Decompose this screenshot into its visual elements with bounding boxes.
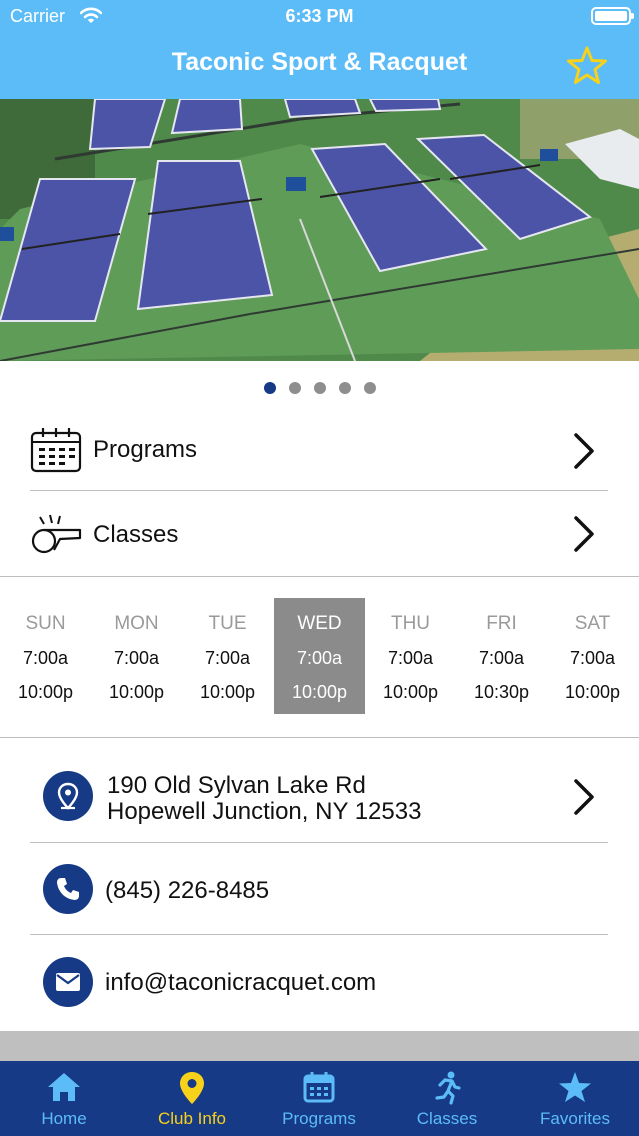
tennis-courts-image: [0, 99, 639, 361]
hours-day-thu: THU 7:00a 10:00p: [365, 598, 456, 714]
tab-club-info-label: Club Info: [157, 1109, 227, 1128]
day-name: TUE: [208, 613, 247, 634]
home-icon: [48, 1073, 80, 1101]
status-bar: Carrier 6:33 PM: [0, 0, 639, 34]
classes-label: Classes: [93, 521, 179, 548]
tab-club-info[interactable]: Club Info: [128, 1061, 256, 1136]
hours-day-fri: FRI 7:00a 10:30p: [456, 598, 547, 714]
phone-number[interactable]: (845) 226-8485: [105, 877, 269, 905]
tab-classes-label: Classes: [416, 1109, 478, 1128]
location-pin-icon: [43, 771, 93, 821]
address-row[interactable]: 190 Old Sylvan Lake Rd Hopewell Junction…: [0, 738, 639, 842]
open-time: 7:00a: [113, 648, 160, 668]
open-time: 7:00a: [22, 648, 69, 668]
hours-day-tue: TUE 7:00a 10:00p: [182, 598, 273, 714]
open-time: 7:00a: [478, 648, 525, 668]
battery-icon: [591, 7, 634, 25]
tab-home[interactable]: Home: [0, 1061, 128, 1136]
close-time: 10:00p: [291, 682, 348, 702]
carousel-dot[interactable]: [313, 382, 326, 394]
star-outline-icon[interactable]: [566, 45, 608, 85]
close-time: 10:00p: [17, 682, 74, 702]
hours-day-sat: SAT 7:00a 10:00p: [547, 598, 638, 714]
chevron-right-icon: [574, 433, 594, 469]
page-title: Taconic Sport & Racquet: [171, 48, 468, 76]
address-line-2: Hopewell Junction, NY 12533: [107, 798, 422, 825]
tab-classes[interactable]: Classes: [383, 1061, 511, 1136]
calendar-icon: [303, 1072, 335, 1103]
close-time: 10:00p: [382, 682, 439, 702]
calendar-icon: [30, 428, 82, 473]
tab-favorites[interactable]: Favorites: [511, 1061, 639, 1136]
carousel-dot[interactable]: [338, 382, 351, 394]
day-name: SAT: [574, 613, 611, 634]
address-line-1: 190 Old Sylvan Lake Rd: [107, 772, 366, 799]
email-row[interactable]: info@taconicracquet.com: [0, 935, 639, 1031]
mail-icon: [43, 957, 93, 1007]
open-time: 7:00a: [296, 648, 343, 668]
hours-day-sun: SUN 7:00a 10:00p: [0, 598, 91, 714]
open-time: 7:00a: [204, 648, 251, 668]
whistle-icon: [31, 514, 82, 554]
star-icon: [559, 1072, 591, 1102]
tab-programs[interactable]: Programs: [255, 1061, 383, 1136]
programs-row[interactable]: Programs: [0, 410, 639, 490]
app-header: Carrier 6:33 PM Taconic Sport & Racquet: [0, 0, 639, 99]
hours-day-mon: MON 7:00a 10:00p: [91, 598, 182, 714]
chevron-right-icon: [574, 779, 594, 815]
phone-icon: [43, 864, 93, 914]
chevron-right-icon: [574, 516, 594, 552]
day-name: WED: [297, 613, 342, 634]
runner-icon: [435, 1071, 461, 1105]
close-time: 10:00p: [199, 682, 256, 702]
programs-label: Programs: [93, 436, 198, 463]
tab-programs-label: Programs: [282, 1109, 356, 1128]
close-time: 10:30p: [473, 682, 530, 702]
tab-bar: Home Club Info Programs Classes Favorite…: [0, 1061, 639, 1136]
location-pin-icon: [180, 1072, 204, 1104]
divider: [0, 576, 639, 577]
close-time: 10:00p: [564, 682, 621, 702]
carousel-dot[interactable]: [288, 382, 301, 394]
day-name: MON: [114, 613, 159, 634]
email-address[interactable]: info@taconicracquet.com: [105, 969, 376, 997]
open-time: 7:00a: [569, 648, 616, 668]
close-time: 10:00p: [108, 682, 165, 702]
day-name: FRI: [486, 613, 517, 634]
day-name: THU: [390, 613, 431, 634]
club-photo[interactable]: [0, 99, 639, 361]
hours-table: SUN 7:00a 10:00p MON 7:00a 10:00p TUE 7:…: [0, 598, 639, 716]
tab-home-label: Home: [41, 1109, 87, 1128]
day-name: SUN: [25, 613, 66, 634]
clock: 6:33 PM: [285, 6, 354, 26]
phone-row[interactable]: (845) 226-8485: [0, 843, 639, 934]
footer-spacer: [0, 1031, 639, 1061]
tab-favorites-label: Favorites: [540, 1109, 610, 1128]
carousel-dot[interactable]: [263, 382, 276, 394]
classes-row[interactable]: Classes: [0, 491, 639, 576]
carousel-dot[interactable]: [363, 382, 376, 394]
open-time: 7:00a: [387, 648, 434, 668]
carousel-pagination[interactable]: [0, 382, 639, 394]
hours-day-wed-today: WED 7:00a 10:00p: [274, 598, 365, 714]
